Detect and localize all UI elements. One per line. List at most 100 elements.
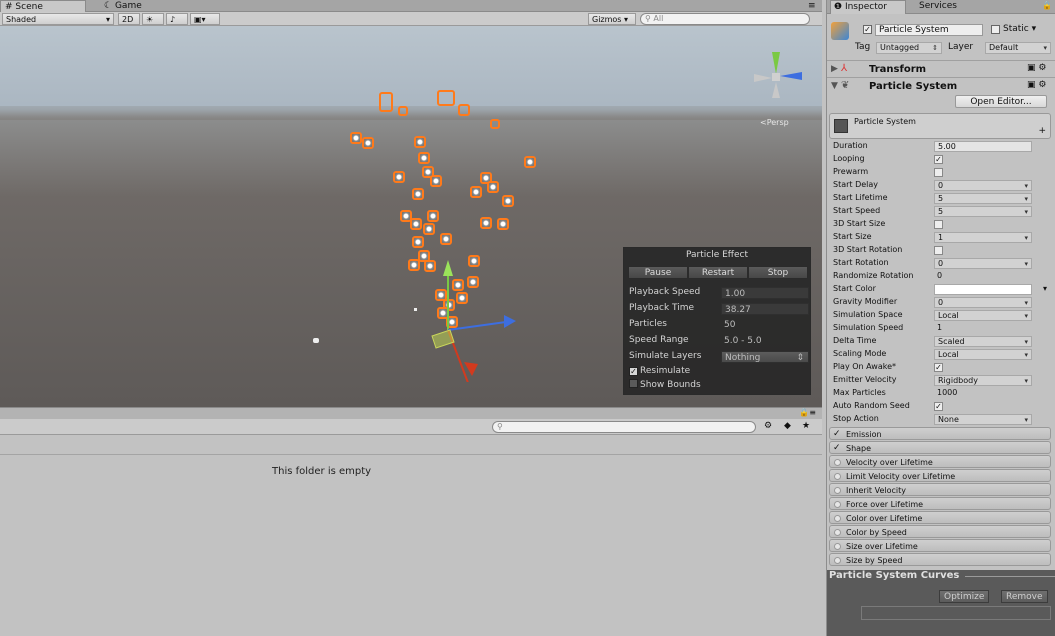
property-checkbox[interactable] — [934, 220, 943, 229]
project-search-input[interactable]: ⚲ — [492, 421, 756, 433]
persp-label[interactable]: <Persp — [760, 118, 789, 127]
tag-dropdown[interactable]: Untagged ⇕ — [876, 42, 942, 54]
module-enabled-checkbox[interactable]: ✓ — [833, 428, 841, 441]
help-icon[interactable]: ▣ ⚙ — [1027, 63, 1046, 73]
simulate-layers-dropdown[interactable]: Nothing ⇕ — [721, 351, 809, 363]
lock-icon[interactable]: 🔒≡ — [799, 408, 816, 417]
module-toggle-icon[interactable] — [834, 487, 841, 494]
foldout-arrow-icon[interactable]: ▼ — [831, 81, 838, 91]
property-field[interactable]: 0 ▾ — [934, 297, 1032, 308]
tab-scene[interactable]: # Scene — [0, 0, 86, 12]
optimize-button[interactable]: Optimize — [939, 590, 990, 603]
module-header[interactable]: Color over Lifetime — [829, 511, 1051, 524]
show-bounds-toggle[interactable]: Show Bounds — [629, 379, 701, 392]
property-checkbox[interactable]: ✓ — [934, 402, 943, 411]
property-field[interactable]: 1 — [934, 323, 1032, 334]
module-header[interactable]: Size by Speed — [829, 553, 1051, 566]
static-checkbox[interactable] — [991, 25, 1000, 34]
shading-dropdown[interactable]: Shaded ▾ — [2, 13, 114, 25]
filter-by-label-icon[interactable]: ◆ — [784, 421, 791, 431]
property-checkbox[interactable] — [934, 246, 943, 255]
module-header[interactable]: ✓ Shape — [829, 441, 1051, 454]
property-field[interactable]: 0 — [934, 271, 1032, 282]
effects-toggle-icon[interactable]: ▣▾ — [190, 13, 220, 25]
gizmo-y-cone[interactable] — [443, 260, 453, 276]
gizmo-z-handle[interactable] — [447, 321, 507, 331]
add-icon[interactable]: + — [1038, 126, 1046, 136]
module-header[interactable]: ✓ Emission — [829, 427, 1051, 440]
main-module-header[interactable]: Particle System + — [829, 113, 1051, 139]
orientation-gizmo[interactable] — [750, 44, 810, 104]
module-header[interactable]: Limit Velocity over Lifetime — [829, 469, 1051, 482]
lighting-toggle-icon[interactable]: ☀ — [142, 13, 164, 25]
restart-button[interactable]: Restart — [688, 266, 748, 279]
scene-light-icon[interactable] — [313, 338, 319, 343]
foldout-arrow-icon[interactable]: ▶ — [831, 64, 838, 74]
module-header[interactable]: Color by Speed — [829, 525, 1051, 538]
resimulate-checkbox[interactable]: ✓ — [629, 367, 638, 376]
stop-button[interactable]: Stop — [748, 266, 808, 279]
module-toggle-icon[interactable] — [834, 459, 841, 466]
module-toggle-icon[interactable] — [834, 543, 841, 550]
scene-search-input[interactable]: ⚲ All — [640, 13, 810, 25]
gizmo-center[interactable] — [772, 73, 780, 81]
module-header[interactable]: Velocity over Lifetime — [829, 455, 1051, 468]
property-field[interactable]: 5.00 — [934, 141, 1032, 152]
property-field[interactable]: 1 ▾ — [934, 232, 1032, 243]
gizmo-x-cone[interactable] — [464, 362, 478, 376]
property-field[interactable]: 5 ▾ — [934, 193, 1032, 204]
curve-preview-area[interactable] — [861, 606, 1051, 620]
active-checkbox[interactable]: ✓ — [863, 25, 872, 34]
property-field[interactable]: 1000 — [934, 388, 1032, 399]
static-dropdown[interactable]: Static ▾ — [1003, 24, 1036, 34]
favorite-star-icon[interactable]: ★ — [802, 421, 810, 431]
open-editor-button[interactable]: Open Editor... — [955, 95, 1047, 108]
scene-viewport[interactable]: <Persp Particle Effect Pause Restart Sto… — [0, 26, 822, 407]
panel-menu-icon[interactable]: ≡ — [808, 0, 822, 12]
module-toggle-icon[interactable] — [834, 529, 841, 536]
property-field[interactable]: Rigidbody ▾ — [934, 375, 1032, 386]
module-toggle-icon[interactable] — [834, 473, 841, 480]
playback-speed-field[interactable]: 1.00 — [721, 287, 809, 299]
gizmo-x-axis[interactable] — [754, 74, 772, 82]
audio-toggle-icon[interactable]: ♪ — [166, 13, 188, 25]
toggle-2d-button[interactable]: 2D — [118, 13, 140, 25]
tab-game[interactable]: ☾ Game — [100, 0, 160, 12]
object-name-field[interactable]: Particle System — [875, 24, 983, 36]
layer-dropdown[interactable]: Default ▾ — [985, 42, 1051, 54]
property-checkbox[interactable] — [934, 168, 943, 177]
remove-button[interactable]: Remove — [1001, 590, 1048, 603]
tab-services[interactable]: Services — [919, 0, 957, 14]
property-field[interactable]: Local ▾ — [934, 349, 1032, 360]
settings-gear-icon[interactable]: ▣ ⚙ — [1027, 80, 1046, 90]
pause-button[interactable]: Pause — [628, 266, 688, 279]
start-color-swatch[interactable] — [934, 284, 1032, 295]
playback-time-field[interactable]: 38.27 — [721, 303, 809, 315]
module-enabled-checkbox[interactable]: ✓ — [833, 442, 841, 455]
tab-inspector[interactable]: ❶ Inspector — [830, 0, 906, 14]
property-field[interactable]: 0 ▾ — [934, 180, 1032, 191]
particle-system-header[interactable]: Particle System — [869, 81, 957, 92]
chevron-down-icon[interactable]: ▾ — [1043, 284, 1047, 293]
module-toggle-icon[interactable] — [834, 501, 841, 508]
transform-header[interactable]: Transform — [869, 64, 926, 75]
gizmo-neg-y-axis[interactable] — [772, 82, 780, 98]
module-toggle-icon[interactable] — [834, 515, 841, 522]
module-toggle-icon[interactable] — [834, 557, 841, 564]
gizmo-z-axis[interactable] — [780, 72, 802, 80]
gizmo-plane-handle[interactable] — [431, 329, 455, 349]
module-header[interactable]: Size over Lifetime — [829, 539, 1051, 552]
property-field[interactable]: Local ▾ — [934, 310, 1032, 321]
gizmo-z-cone[interactable] — [504, 315, 516, 328]
filter-by-type-icon[interactable]: ⚙ — [764, 421, 772, 431]
lock-icon[interactable]: 🔒 — [1042, 1, 1052, 10]
module-header[interactable]: Inherit Velocity — [829, 483, 1051, 496]
resimulate-toggle[interactable]: ✓ Resimulate — [629, 365, 690, 378]
property-field[interactable]: Scaled ▾ — [934, 336, 1032, 347]
gizmos-dropdown[interactable]: Gizmos ▾ — [588, 13, 636, 25]
property-checkbox[interactable]: ✓ — [934, 155, 943, 164]
property-field[interactable]: 5 ▾ — [934, 206, 1032, 217]
module-header[interactable]: Force over Lifetime — [829, 497, 1051, 510]
gizmo-y-axis[interactable] — [772, 52, 780, 74]
transform-gizmo[interactable] — [420, 252, 520, 382]
